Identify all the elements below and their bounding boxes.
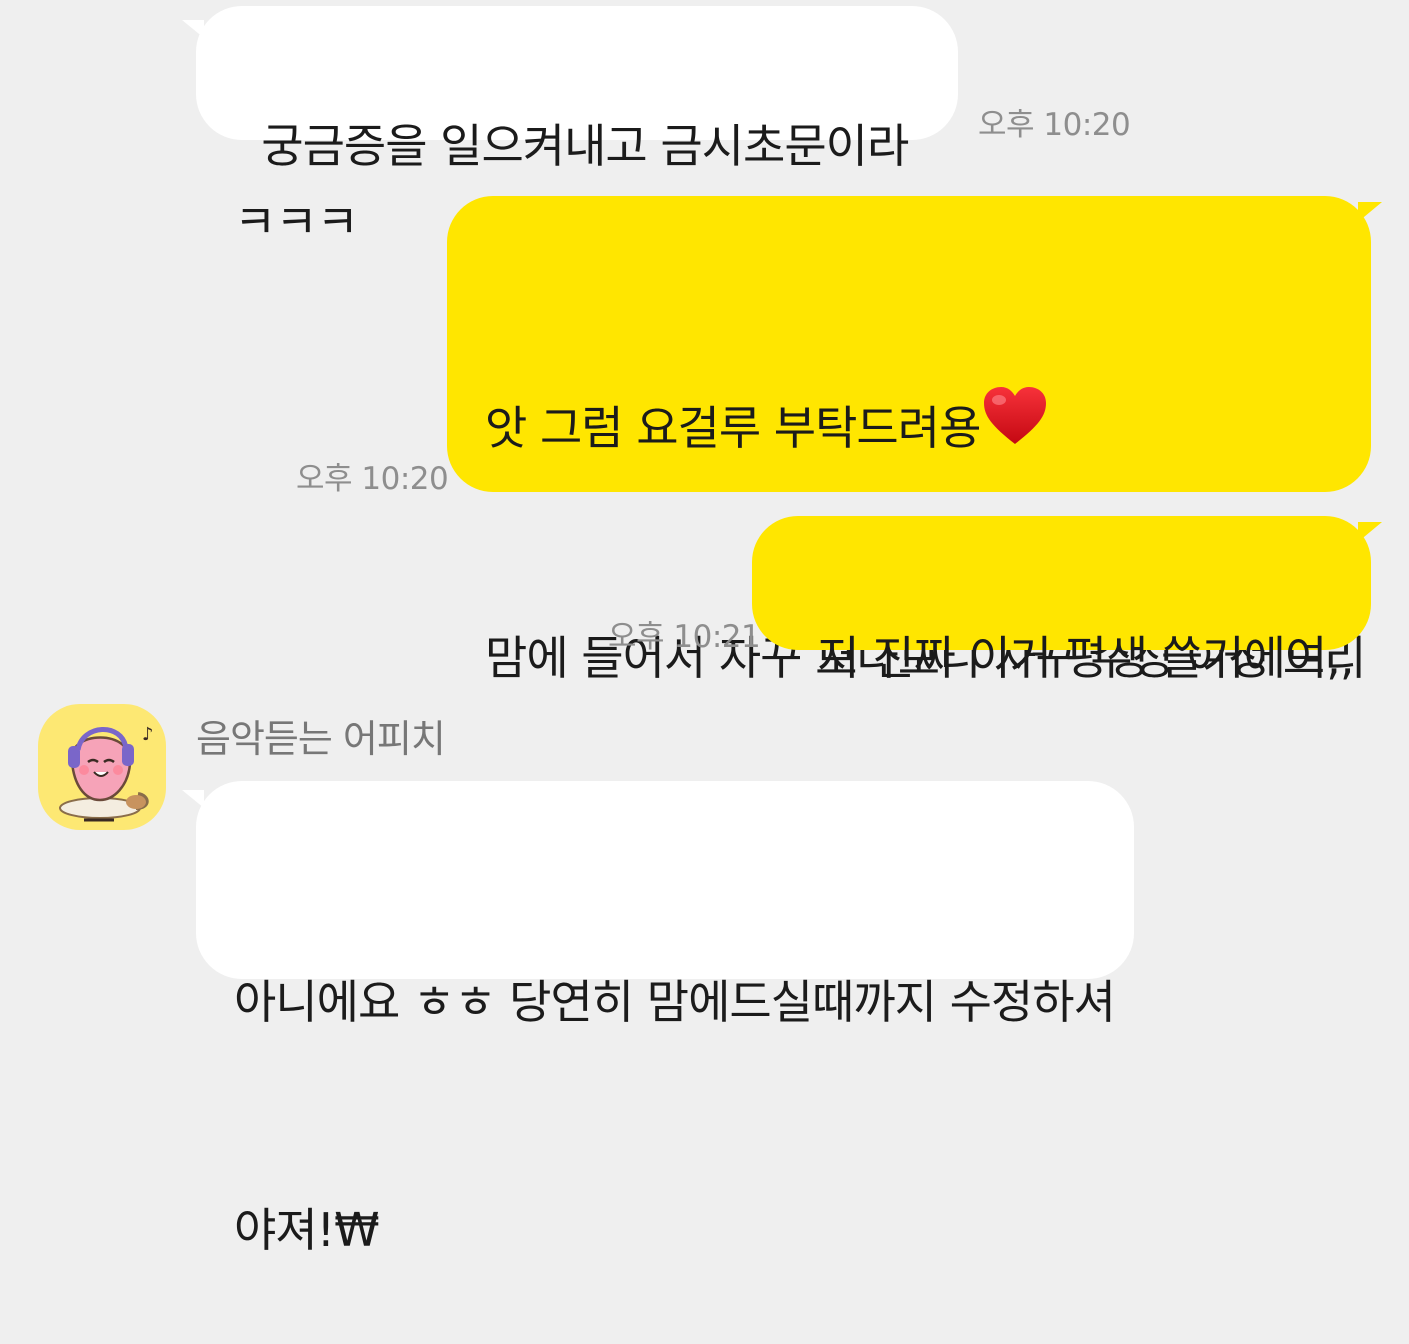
message-line: 아니에요 ㅎㅎ 당연히 맘에드실때까지 수정하셔	[234, 975, 1116, 1029]
profile-avatar[interactable]: ♪	[38, 704, 166, 830]
received-message-bubble[interactable]: 아니에요 ㅎㅎ 당연히 맘에드실때까지 수정하셔 야져!₩	[196, 781, 1134, 1257]
svg-text:♪: ♪	[142, 724, 154, 745]
message-timestamp: 오후 10:20	[978, 107, 1131, 143]
sender-name: 음악듣는 어피치	[196, 717, 446, 761]
received-message-bubble[interactable]: 궁금증을 일으켜내고 금시초문이라 ㅋㅋㅋ	[196, 6, 958, 249]
heart-emoji-icon	[982, 386, 1048, 468]
message-line: 야져!₩	[234, 1203, 380, 1257]
apeach-avatar-icon: ♪	[59, 724, 154, 822]
bubble-tail	[182, 790, 204, 808]
message-timestamp: 오후 10:21	[608, 619, 761, 655]
bubble-tail	[182, 20, 204, 38]
message-timestamp: 오후 10:20	[296, 461, 449, 497]
sent-message-bubble[interactable]: 앗 그럼 요걸루 부탁드려용 맘에 들어서 자꾸 보다보니 자꾸 수정 여청 드…	[447, 196, 1371, 913]
bubble-tail	[1358, 202, 1382, 222]
sent-message-bubble[interactable]: 저 진짜 이거 평생 쓸거에여,,	[752, 516, 1371, 685]
message-text: 저 진짜 이거 평생 쓸거에여,,	[817, 631, 1354, 685]
message-line: 앗 그럼 요걸루 부탁드려용	[485, 386, 1371, 468]
bubble-tail	[1358, 522, 1382, 542]
